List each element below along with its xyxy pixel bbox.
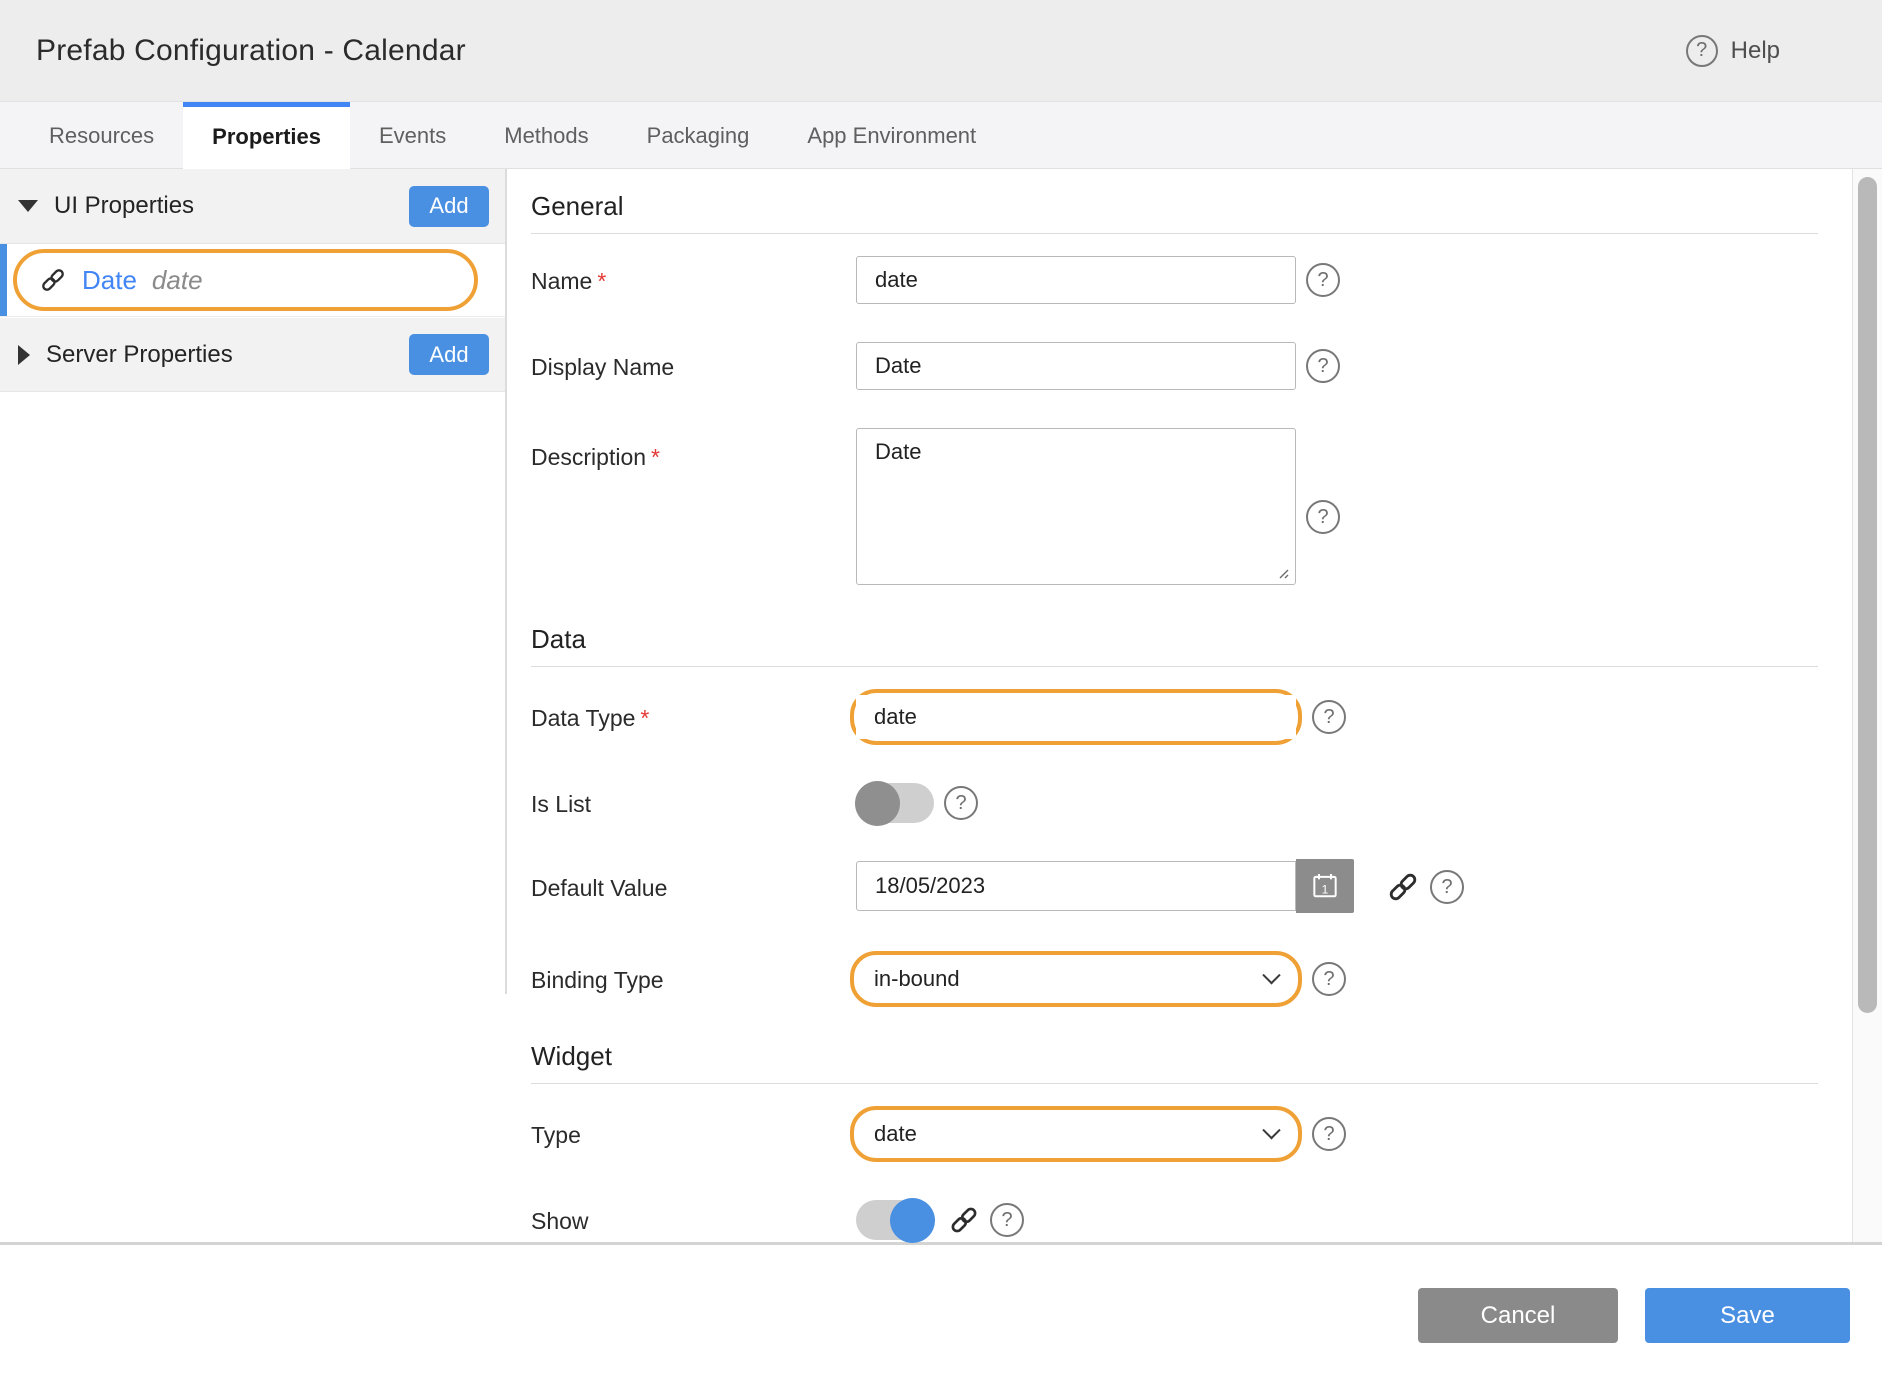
- link-icon: [948, 1204, 980, 1236]
- scrollbar-thumb[interactable]: [1858, 177, 1877, 1013]
- server-properties-header[interactable]: Server Properties Add: [0, 317, 505, 392]
- is-list-row: Is List ?: [531, 783, 1818, 823]
- general-section-title: General: [531, 191, 1818, 222]
- widget-type-help-icon[interactable]: ?: [1312, 1117, 1346, 1151]
- tab-resources[interactable]: Resources: [20, 102, 183, 168]
- widget-type-label: Type: [531, 1120, 856, 1149]
- help-label: Help: [1731, 37, 1780, 65]
- bind-show-button[interactable]: [948, 1204, 980, 1236]
- bind-value-button[interactable]: [1386, 870, 1420, 904]
- display-name-row: Display Name ?: [531, 342, 1818, 390]
- section-divider: [531, 666, 1818, 667]
- binding-type-highlight: in-bound: [850, 951, 1302, 1007]
- binding-type-select[interactable]: in-bound: [856, 957, 1296, 1001]
- add-server-property-button[interactable]: Add: [409, 334, 489, 375]
- toggle-knob: [890, 1198, 935, 1243]
- required-mark: *: [651, 444, 660, 470]
- svg-text:1: 1: [1322, 882, 1329, 896]
- save-button[interactable]: Save: [1645, 1288, 1850, 1343]
- data-type-label: Data Type*: [531, 703, 856, 732]
- tab-properties[interactable]: Properties: [183, 102, 350, 169]
- property-subtitle: date: [152, 265, 203, 296]
- description-help-icon[interactable]: ?: [1306, 500, 1340, 534]
- section-divider: [531, 1083, 1818, 1084]
- properties-sidebar: UI Properties Add Date date Server Prope…: [0, 169, 505, 1242]
- chevron-down-icon: [1262, 1121, 1280, 1139]
- selected-property-highlight: Date date: [13, 249, 478, 311]
- tab-methods[interactable]: Methods: [475, 102, 617, 168]
- property-form: General Name* ? Display Name ?: [505, 169, 1882, 1242]
- binding-type-help-icon[interactable]: ?: [1312, 962, 1346, 996]
- help-circle-icon: ?: [1686, 35, 1718, 67]
- display-name-input[interactable]: [856, 342, 1296, 390]
- show-label: Show: [531, 1206, 856, 1235]
- page-title: Prefab Configuration - Calendar: [36, 34, 466, 68]
- cancel-button[interactable]: Cancel: [1418, 1288, 1618, 1343]
- data-type-row: Data Type* ?: [531, 689, 1818, 745]
- tab-events[interactable]: Events: [350, 102, 475, 168]
- default-value-help-icon[interactable]: ?: [1430, 870, 1464, 904]
- link-icon: [39, 266, 67, 294]
- required-mark: *: [640, 705, 649, 731]
- properties-body: UI Properties Add Date date Server Prope…: [0, 169, 1882, 1242]
- calendar-picker-button[interactable]: 1: [1296, 859, 1354, 913]
- server-properties-label: Server Properties: [46, 341, 233, 369]
- widget-type-select[interactable]: date: [856, 1112, 1296, 1156]
- show-toggle[interactable]: [856, 1200, 934, 1240]
- data-section-title: Data: [531, 624, 1818, 655]
- data-type-input[interactable]: [856, 695, 1296, 739]
- display-name-help-icon[interactable]: ?: [1306, 349, 1340, 383]
- chevron-down-icon: [1262, 966, 1280, 984]
- show-row: Show ?: [531, 1200, 1818, 1240]
- binding-type-row: Binding Type in-bound ?: [531, 951, 1818, 1007]
- link-icon: [1386, 870, 1420, 904]
- property-title: Date: [82, 265, 137, 296]
- data-type-highlight: [850, 689, 1302, 745]
- default-value-input[interactable]: [856, 861, 1296, 911]
- is-list-toggle[interactable]: [856, 783, 934, 823]
- toggle-knob: [855, 781, 900, 826]
- widget-section-title: Widget: [531, 1041, 1818, 1072]
- widget-type-row: Type date ?: [531, 1106, 1818, 1162]
- tab-packaging[interactable]: Packaging: [618, 102, 779, 168]
- prefab-configuration-dialog: Prefab Configuration - Calendar ? Help R…: [0, 0, 1882, 1376]
- tab-bar: Resources Properties Events Methods Pack…: [0, 102, 1882, 169]
- is-list-label: Is List: [531, 789, 856, 818]
- tab-app-environment[interactable]: App Environment: [778, 102, 1005, 168]
- description-row: Description* Date ?: [531, 428, 1818, 590]
- show-help-icon[interactable]: ?: [990, 1203, 1024, 1237]
- is-list-help-icon[interactable]: ?: [944, 786, 978, 820]
- widget-type-highlight: date: [850, 1106, 1302, 1162]
- vertical-scrollbar[interactable]: [1852, 169, 1882, 1242]
- default-value-label: Default Value: [531, 873, 856, 902]
- help-button[interactable]: ? Help: [1686, 35, 1780, 67]
- required-mark: *: [597, 268, 606, 294]
- ui-properties-header[interactable]: UI Properties Add: [0, 169, 505, 244]
- name-row: Name* ?: [531, 256, 1818, 304]
- collapse-icon: [18, 200, 38, 212]
- name-help-icon[interactable]: ?: [1306, 263, 1340, 297]
- binding-type-label: Binding Type: [531, 965, 856, 994]
- property-item-date[interactable]: Date date: [0, 244, 505, 317]
- description-label: Description*: [531, 428, 856, 471]
- default-value-row: Default Value 1: [531, 861, 1818, 913]
- display-name-label: Display Name: [531, 352, 856, 381]
- expand-icon: [18, 345, 30, 365]
- dialog-footer: Cancel Save: [0, 1242, 1882, 1375]
- sidebar-divider: [505, 169, 507, 994]
- section-divider: [531, 233, 1818, 234]
- name-label: Name*: [531, 266, 856, 295]
- description-textarea[interactable]: Date: [856, 428, 1296, 585]
- dialog-header: Prefab Configuration - Calendar ? Help: [0, 0, 1882, 102]
- add-ui-property-button[interactable]: Add: [409, 186, 489, 227]
- data-type-help-icon[interactable]: ?: [1312, 700, 1346, 734]
- name-input[interactable]: [856, 256, 1296, 304]
- calendar-icon: 1: [1309, 870, 1341, 902]
- ui-properties-label: UI Properties: [54, 192, 194, 220]
